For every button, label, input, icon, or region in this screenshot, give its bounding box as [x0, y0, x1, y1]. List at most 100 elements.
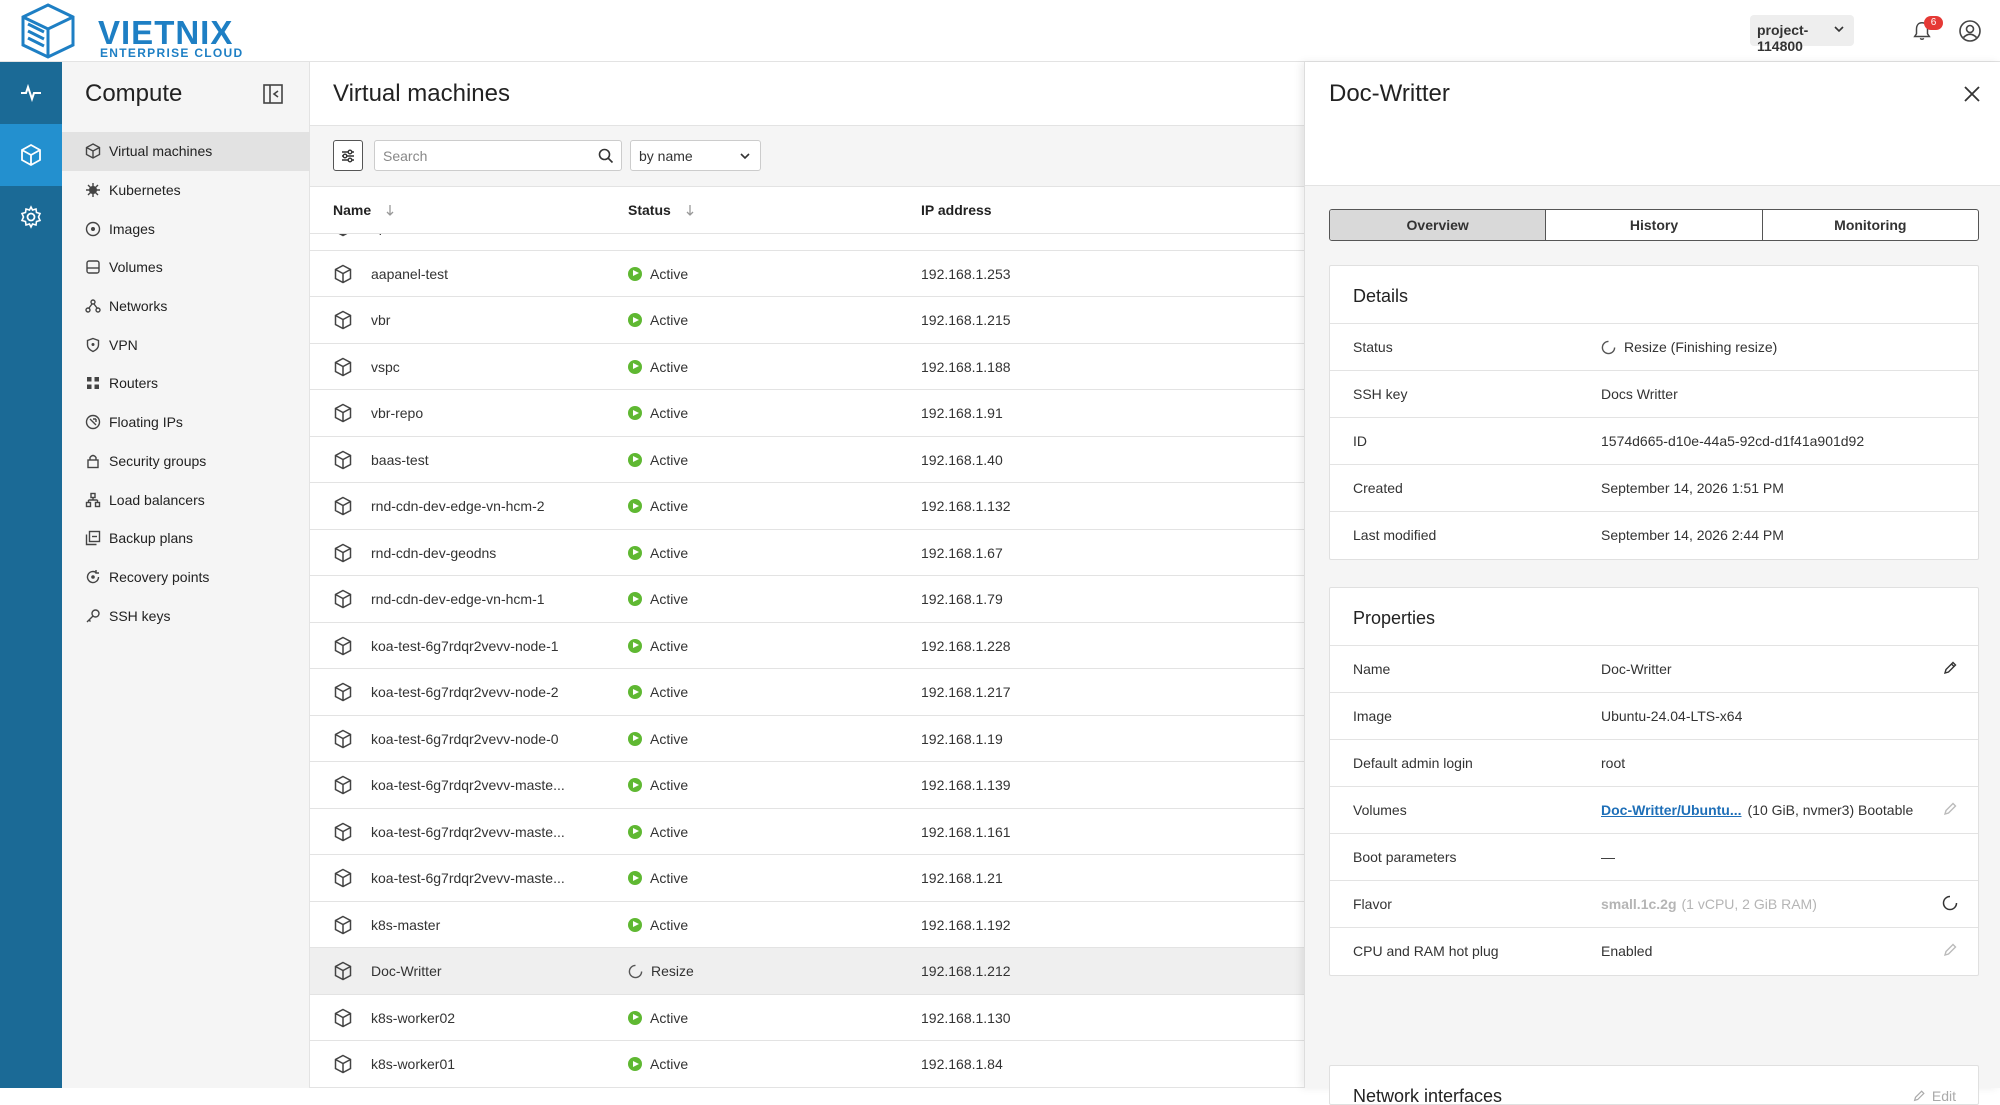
vm-status: Active — [628, 545, 688, 561]
sidebar-item-floating-ips[interactable]: Floating IPs — [62, 403, 310, 442]
column-header-name[interactable]: Name — [333, 202, 395, 218]
vm-name[interactable]: aapanel-test — [371, 266, 448, 282]
vm-cube-icon — [334, 264, 352, 283]
tab-history[interactable]: History — [1546, 210, 1763, 240]
table-row[interactable]: vbr Active 192.168.1.215 — [310, 297, 1304, 344]
filter-button[interactable] — [333, 140, 363, 171]
vm-name[interactable]: vbr — [371, 312, 390, 328]
sidebar-item-load-balancers[interactable]: Load balancers — [62, 480, 310, 519]
vm-name[interactable]: openclaw — [371, 234, 430, 235]
rail-monitoring[interactable] — [0, 62, 62, 124]
search-input[interactable] — [383, 146, 583, 166]
table-row[interactable]: koa-test-6g7rdqr2vevv-maste... Active 192.… — [310, 809, 1304, 855]
detail-value: September 14, 2026 1:51 PM — [1601, 480, 1784, 496]
table-row[interactable]: koa-test-6g7rdqr2vevv-node-2 Active 192.16… — [310, 669, 1304, 716]
table-row[interactable]: rnd-cdn-dev-edge-vn-hcm-2 Active 192.168.1… — [310, 483, 1304, 530]
cube-icon — [21, 143, 41, 167]
table-row[interactable]: vbr-repo Active 192.168.1.91 — [310, 390, 1304, 437]
vm-name[interactable]: Doc-Writter — [371, 963, 442, 979]
sidebar-item-volumes[interactable]: Volumes — [62, 248, 310, 287]
volume-link[interactable]: Doc-Writter/Ubuntu... — [1601, 802, 1742, 818]
vm-name[interactable]: k8s-worker01 — [371, 1056, 455, 1072]
vm-name[interactable]: baas-test — [371, 452, 429, 468]
table-row[interactable]: k8s-master Active 192.168.1.192 — [310, 902, 1304, 948]
user-account-icon[interactable] — [1958, 19, 1982, 43]
table-row[interactable]: baas-test Active 192.168.1.40 — [310, 437, 1304, 483]
active-status-icon — [628, 638, 642, 653]
gear-icon — [20, 205, 42, 229]
table-row[interactable]: openclaw Active 192.168.1.17 — [310, 234, 1304, 251]
vm-name[interactable]: koa-test-6g7rdqr2vevv-node-0 — [371, 731, 559, 747]
vietnix-logo[interactable]: VIETNIX ENTERPRISE CLOUD — [18, 2, 248, 60]
table-row[interactable]: koa-test-6g7rdqr2vevv-node-1 Active 192.16… — [310, 623, 1304, 669]
status-text: Active — [650, 1009, 689, 1026]
rail-settings[interactable] — [0, 186, 62, 248]
search-icon[interactable] — [598, 148, 614, 164]
tab-overview[interactable]: Overview — [1330, 210, 1547, 240]
column-label: IP address — [921, 202, 992, 218]
sidebar-item-backup-plans[interactable]: Backup plans — [62, 519, 310, 558]
sort-select[interactable]: by name — [630, 140, 761, 171]
table-row[interactable]: koa-test-6g7rdqr2vevv-maste... Active 192.… — [310, 762, 1304, 809]
table-row[interactable]: aapanel-test Active 192.168.1.253 — [310, 251, 1304, 297]
detail-key: Created — [1353, 480, 1403, 496]
vm-ip: 192.168.1.130 — [921, 1009, 1011, 1026]
vm-name[interactable]: vspc — [371, 359, 400, 375]
vm-name[interactable]: k8s-worker02 — [371, 1010, 455, 1026]
project-name: project-114800 — [1757, 22, 1809, 54]
column-header-status[interactable]: Status — [628, 202, 695, 218]
table-row[interactable]: k8s-worker01 Active 192.168.1.84 — [310, 1041, 1304, 1088]
page-title: Virtual machines — [333, 80, 510, 107]
vm-name[interactable]: koa-test-6g7rdqr2vevv-node-2 — [371, 684, 559, 700]
sidebar-item-ssh-keys[interactable]: SSH keys — [62, 596, 310, 635]
vm-name[interactable]: rnd-cdn-dev-edge-vn-hcm-1 — [371, 591, 545, 607]
active-status-icon — [628, 731, 642, 746]
vm-status: Active — [628, 312, 688, 328]
vm-name[interactable]: koa-test-6g7rdqr2vevv-maste... — [371, 824, 565, 840]
pencil-icon[interactable] — [1942, 801, 1958, 817]
table-row[interactable]: vspc Active 192.168.1.188 — [310, 344, 1304, 390]
vm-name[interactable]: vbr-repo — [371, 405, 423, 421]
column-header-ip[interactable]: IP address — [921, 202, 992, 218]
vm-cube-icon — [334, 636, 352, 655]
sidebar-item-label: Kubernetes — [109, 182, 181, 199]
table-row[interactable]: Doc-Writter Resize 192.168.1.212 — [310, 948, 1304, 995]
table-row[interactable]: rnd-cdn-dev-geodns Active 192.168.1.67 — [310, 530, 1304, 576]
volume-detail: (10 GiB, nvmer3) Bootable — [1747, 802, 1914, 818]
chevron-down-icon — [1834, 26, 1844, 33]
vm-cube-icon — [334, 868, 352, 888]
sidebar-item-recovery-points[interactable]: Recovery points — [62, 558, 310, 597]
vm-name[interactable]: rnd-cdn-dev-geodns — [371, 545, 496, 561]
sidebar-item-security-groups[interactable]: Security groups — [62, 442, 310, 481]
project-selector[interactable]: project-114800 — [1750, 15, 1854, 54]
vm-name[interactable]: k8s-master — [371, 917, 440, 933]
property-value: — — [1601, 849, 1615, 865]
pencil-icon[interactable] — [1942, 660, 1958, 676]
active-status-icon — [628, 685, 642, 699]
vm-name[interactable]: koa-test-6g7rdqr2vevv-node-1 — [371, 638, 559, 654]
sidebar-item-routers[interactable]: Routers — [62, 364, 310, 403]
network-edit-button[interactable]: Edit — [1912, 1088, 1956, 1104]
sidebar-item-networks[interactable]: Networks — [62, 287, 310, 326]
activity-icon — [21, 83, 41, 103]
sidebar-item-virtual-machines[interactable]: Virtual machines — [62, 132, 310, 171]
sidebar-item-kubernetes[interactable]: Kubernetes — [62, 171, 310, 210]
pencil-icon[interactable] — [1942, 942, 1958, 958]
rail-compute[interactable] — [0, 124, 62, 186]
close-icon[interactable] — [1961, 83, 1983, 105]
vm-name[interactable]: koa-test-6g7rdqr2vevv-maste... — [371, 777, 565, 793]
table-row[interactable]: k8s-worker02 Active 192.168.1.130 — [310, 995, 1304, 1041]
vm-name[interactable]: rnd-cdn-dev-edge-vn-hcm-2 — [371, 498, 545, 514]
sidebar-item-vpn[interactable]: VPN — [62, 325, 310, 364]
vm-status: Active — [628, 684, 688, 700]
tab-monitoring[interactable]: Monitoring — [1763, 210, 1978, 240]
collapse-sidebar-icon[interactable] — [262, 83, 284, 105]
table-row[interactable]: koa-test-6g7rdqr2vevv-node-0 Active 192.16… — [310, 716, 1304, 762]
vm-name[interactable]: koa-test-6g7rdqr2vevv-maste... — [371, 870, 565, 886]
table-row[interactable]: koa-test-6g7rdqr2vevv-maste... Active 192.… — [310, 855, 1304, 902]
table-row[interactable]: rnd-cdn-dev-edge-vn-hcm-1 Active 192.168.1… — [310, 576, 1304, 623]
property-value: Enabled — [1601, 943, 1653, 959]
search-box — [374, 140, 622, 171]
list-toolbar: by name — [310, 125, 1304, 187]
sidebar-item-images[interactable]: Images — [62, 209, 310, 248]
